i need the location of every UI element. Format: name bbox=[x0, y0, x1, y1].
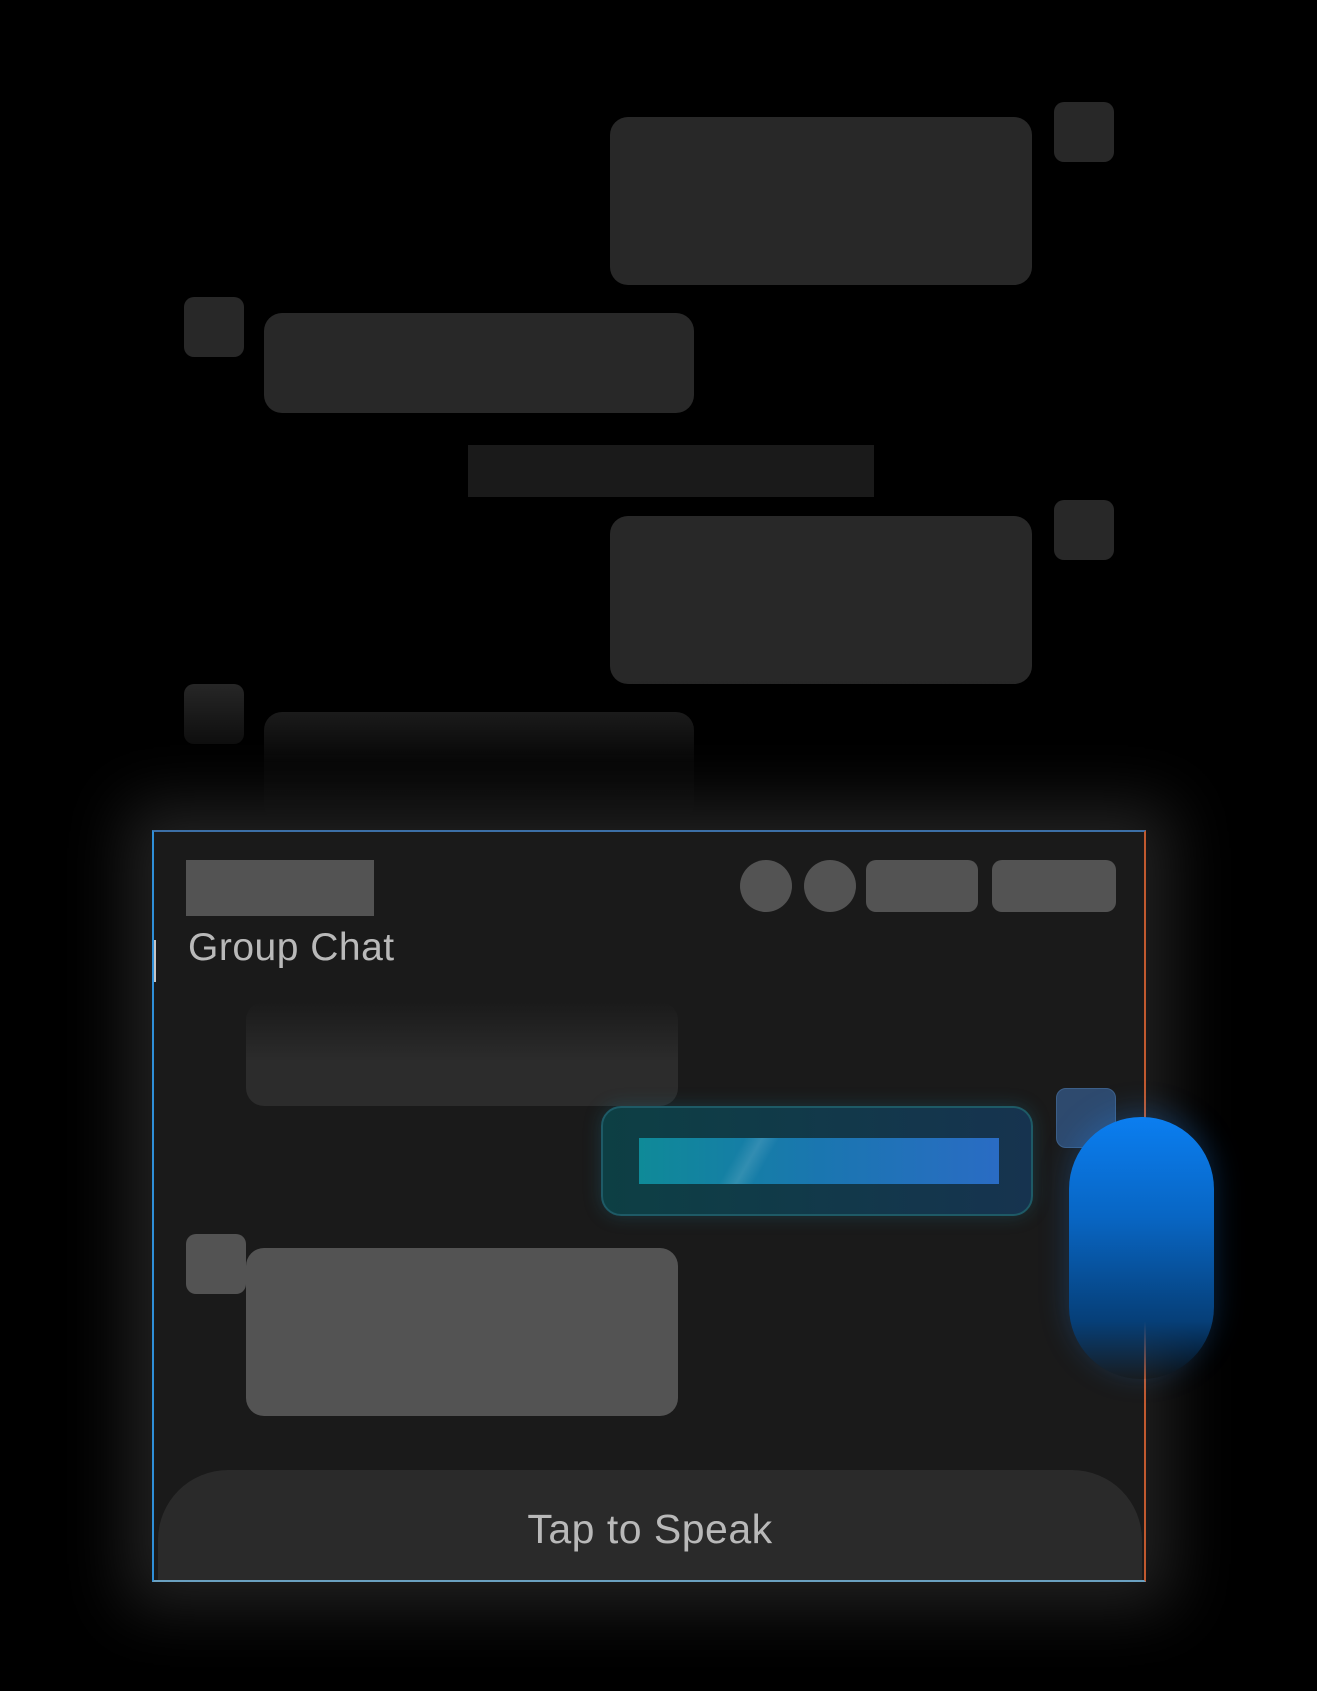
header-action-button[interactable] bbox=[992, 860, 1116, 912]
tap-to-speak-label: Tap to Speak bbox=[527, 1506, 773, 1552]
avatar bbox=[1054, 102, 1114, 162]
message-bubble-active[interactable] bbox=[601, 1106, 1033, 1216]
date-separator bbox=[468, 445, 874, 497]
tap-to-speak-button[interactable]: Tap to Speak bbox=[158, 1470, 1142, 1580]
page-title: Group Chat bbox=[188, 926, 395, 969]
resize-handle[interactable] bbox=[154, 940, 156, 982]
header-icon-button[interactable] bbox=[804, 860, 856, 912]
message-bubble-incoming[interactable] bbox=[246, 1248, 678, 1416]
scroll-thumb[interactable] bbox=[1069, 1117, 1214, 1379]
header-back-button[interactable] bbox=[186, 860, 374, 916]
header-icon-button[interactable] bbox=[740, 860, 792, 912]
fade-overlay bbox=[0, 680, 1317, 830]
message-text-line bbox=[639, 1138, 999, 1184]
avatar bbox=[184, 297, 244, 357]
message-bubble-incoming[interactable] bbox=[246, 1002, 678, 1106]
group-chat-panel: Group Chat Tap to Speak bbox=[152, 830, 1146, 1582]
header-action-button[interactable] bbox=[866, 860, 978, 912]
message-bubble-outgoing bbox=[610, 117, 1032, 285]
avatar bbox=[186, 1234, 246, 1294]
screen: Group Chat Tap to Speak bbox=[0, 0, 1317, 1691]
avatar bbox=[1054, 500, 1114, 560]
message-bubble-incoming bbox=[264, 313, 694, 413]
message-bubble-outgoing bbox=[610, 516, 1032, 684]
